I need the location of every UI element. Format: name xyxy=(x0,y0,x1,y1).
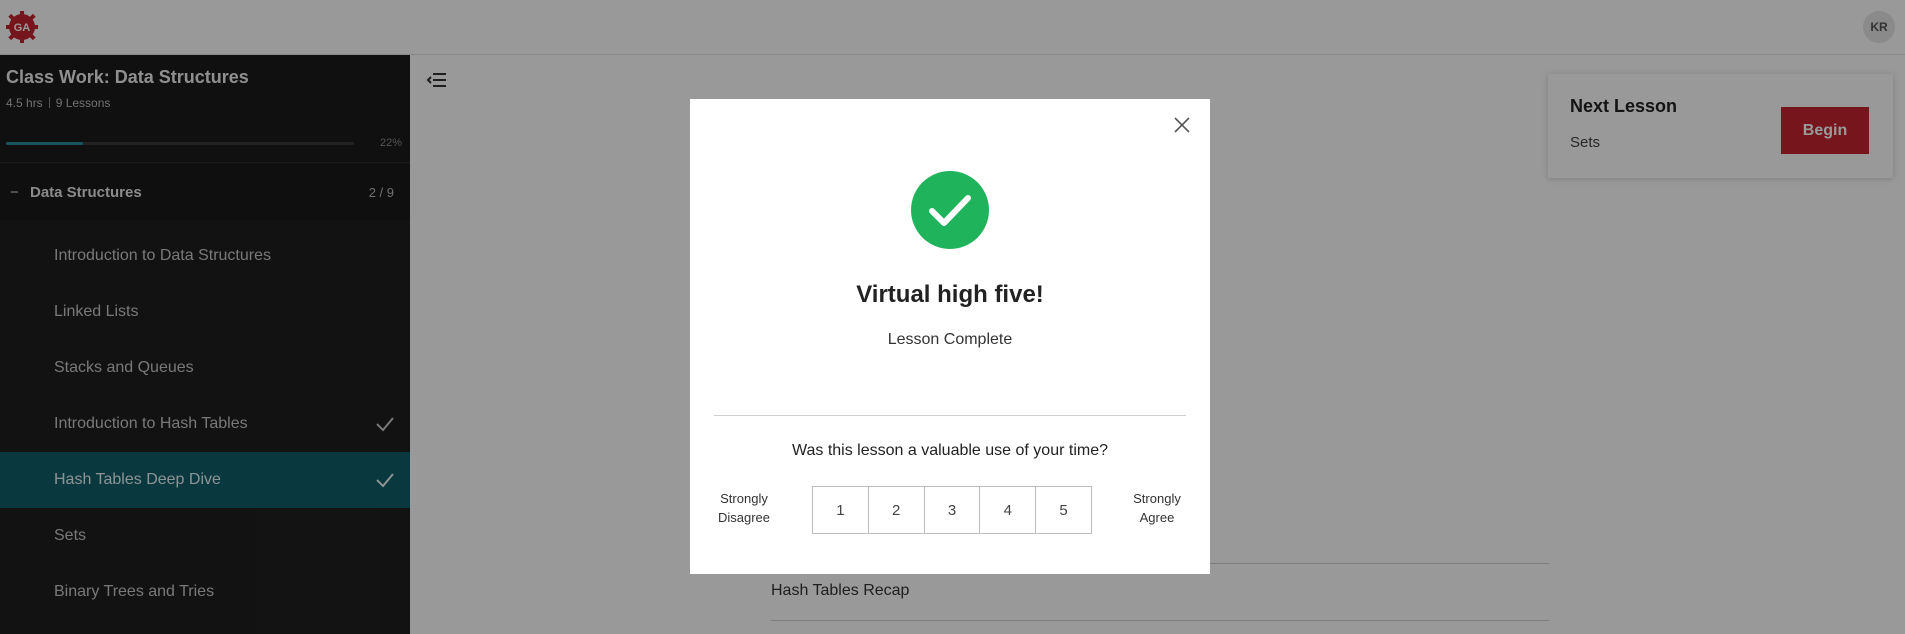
modal-title: Virtual high five! xyxy=(856,281,1044,308)
scale-label-right: Strongly Agree xyxy=(1122,489,1192,527)
scale-label-word: Strongly xyxy=(720,491,768,506)
scale-label-word: Disagree xyxy=(717,510,771,525)
rating-option-2[interactable]: 2 xyxy=(868,487,925,533)
modal-divider xyxy=(714,415,1186,416)
rating-option-5[interactable]: 5 xyxy=(1036,487,1091,533)
rating-option-1[interactable]: 1 xyxy=(813,487,869,533)
scale-label-left: Strongly Disagree xyxy=(709,489,779,527)
rating-scale: 12345 xyxy=(812,486,1092,534)
modal-subtitle: Lesson Complete xyxy=(887,331,1013,348)
scale-label-word: Strongly xyxy=(1133,491,1181,506)
scale-label-word: Agree xyxy=(1139,510,1175,525)
rating-option-4[interactable]: 4 xyxy=(980,487,1037,533)
lesson-complete-modal: Virtual high five! Lesson Complete Was t… xyxy=(690,99,1210,574)
feedback-question: Was this lesson a valuable use of your t… xyxy=(791,442,1108,459)
close-icon[interactable] xyxy=(1172,115,1192,135)
checkmark-circle-icon xyxy=(911,171,989,249)
rating-option-3[interactable]: 3 xyxy=(924,487,981,533)
